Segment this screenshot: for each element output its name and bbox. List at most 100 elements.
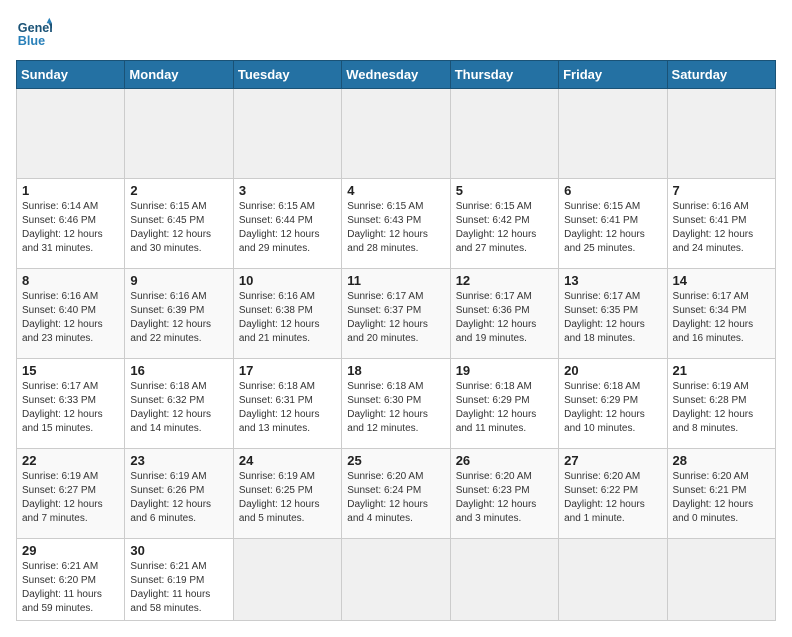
day-info: Sunrise: 6:20 AM Sunset: 6:24 PM Dayligh…: [347, 470, 444, 526]
calendar-cell: 18 Sunrise: 6:18 AM Sunset: 6:30 PM Dayli…: [342, 359, 450, 449]
calendar-cell: 13 Sunrise: 6:17 AM Sunset: 6:35 PM Dayli…: [559, 269, 667, 359]
calendar-cell: 16 Sunrise: 6:18 AM Sunset: 6:32 PM Dayli…: [125, 359, 233, 449]
logo-icon: General Blue: [16, 16, 52, 52]
col-header-thursday: Thursday: [450, 61, 558, 89]
calendar-cell: 19 Sunrise: 6:18 AM Sunset: 6:29 PM Dayli…: [450, 359, 558, 449]
day-number: 25: [347, 453, 444, 468]
day-info: Sunrise: 6:19 AM Sunset: 6:27 PM Dayligh…: [22, 470, 119, 526]
calendar-cell: 14Sunrise: 6:17 AM Sunset: 6:34 PM Dayli…: [667, 269, 775, 359]
calendar-cell: [667, 539, 775, 621]
col-header-wednesday: Wednesday: [342, 61, 450, 89]
calendar-cell: [450, 539, 558, 621]
day-number: 19: [456, 363, 553, 378]
day-number: 6: [564, 183, 661, 198]
day-number: 17: [239, 363, 336, 378]
calendar-cell: [667, 89, 775, 179]
day-info: Sunrise: 6:15 AM Sunset: 6:41 PM Dayligh…: [564, 200, 661, 256]
day-info: Sunrise: 6:15 AM Sunset: 6:43 PM Dayligh…: [347, 200, 444, 256]
day-number: 12: [456, 273, 553, 288]
day-number: 29: [22, 543, 119, 558]
day-number: 24: [239, 453, 336, 468]
calendar-cell: 3 Sunrise: 6:15 AM Sunset: 6:44 PM Daylig…: [233, 179, 341, 269]
calendar-cell: [17, 89, 125, 179]
day-number: 11: [347, 273, 444, 288]
day-info: Sunrise: 6:18 AM Sunset: 6:29 PM Dayligh…: [456, 380, 553, 436]
calendar-cell: 26Sunrise: 6:20 AM Sunset: 6:23 PM Dayli…: [450, 449, 558, 539]
calendar-cell: 6 Sunrise: 6:15 AM Sunset: 6:41 PM Daylig…: [559, 179, 667, 269]
calendar-cell: [559, 89, 667, 179]
day-number: 2: [130, 183, 227, 198]
day-number: 16: [130, 363, 227, 378]
svg-text:Blue: Blue: [18, 34, 45, 48]
header-row: SundayMondayTuesdayWednesdayThursdayFrid…: [17, 61, 776, 89]
day-number: 14: [673, 273, 770, 288]
calendar-cell: [450, 89, 558, 179]
calendar-cell: 8 Sunrise: 6:16 AM Sunset: 6:40 PM Daylig…: [17, 269, 125, 359]
calendar-cell: 7 Sunrise: 6:16 AM Sunset: 6:41 PM Daylig…: [667, 179, 775, 269]
day-info: Sunrise: 6:16 AM Sunset: 6:40 PM Dayligh…: [22, 290, 119, 346]
day-number: 18: [347, 363, 444, 378]
day-info: Sunrise: 6:16 AM Sunset: 6:38 PM Dayligh…: [239, 290, 336, 346]
calendar-cell: 22 Sunrise: 6:19 AM Sunset: 6:27 PM Dayli…: [17, 449, 125, 539]
calendar-cell: 15 Sunrise: 6:17 AM Sunset: 6:33 PM Dayli…: [17, 359, 125, 449]
calendar-cell: [233, 89, 341, 179]
calendar-cell: 4 Sunrise: 6:15 AM Sunset: 6:43 PM Daylig…: [342, 179, 450, 269]
calendar-cell: [125, 89, 233, 179]
logo: General Blue: [16, 16, 52, 52]
calendar-cell: 10 Sunrise: 6:16 AM Sunset: 6:38 PM Dayli…: [233, 269, 341, 359]
day-info: Sunrise: 6:20 AM Sunset: 6:23 PM Dayligh…: [456, 470, 553, 526]
calendar-table: SundayMondayTuesdayWednesdayThursdayFrid…: [16, 60, 776, 621]
day-number: 15: [22, 363, 119, 378]
day-number: 10: [239, 273, 336, 288]
calendar-cell: [233, 539, 341, 621]
day-info: Sunrise: 6:15 AM Sunset: 6:45 PM Dayligh…: [130, 200, 227, 256]
day-info: Sunrise: 6:17 AM Sunset: 6:37 PM Dayligh…: [347, 290, 444, 346]
day-info: Sunrise: 6:16 AM Sunset: 6:39 PM Dayligh…: [130, 290, 227, 346]
day-number: 28: [673, 453, 770, 468]
day-info: Sunrise: 6:19 AM Sunset: 6:26 PM Dayligh…: [130, 470, 227, 526]
day-number: 8: [22, 273, 119, 288]
calendar-cell: 27 Sunrise: 6:20 AM Sunset: 6:22 PM Dayli…: [559, 449, 667, 539]
calendar-cell: 28 Sunrise: 6:20 AM Sunset: 6:21 PM Dayli…: [667, 449, 775, 539]
day-info: Sunrise: 6:18 AM Sunset: 6:30 PM Dayligh…: [347, 380, 444, 436]
day-info: Sunrise: 6:17 AM Sunset: 6:33 PM Dayligh…: [22, 380, 119, 436]
col-header-monday: Monday: [125, 61, 233, 89]
day-number: 30: [130, 543, 227, 558]
day-number: 23: [130, 453, 227, 468]
calendar-cell: 9 Sunrise: 6:16 AM Sunset: 6:39 PM Daylig…: [125, 269, 233, 359]
calendar-cell: 29Sunrise: 6:21 AM Sunset: 6:20 PM Dayli…: [17, 539, 125, 621]
day-number: 7: [673, 183, 770, 198]
day-info: Sunrise: 6:20 AM Sunset: 6:22 PM Dayligh…: [564, 470, 661, 526]
day-number: 3: [239, 183, 336, 198]
calendar-cell: 30 Sunrise: 6:21 AM Sunset: 6:19 PM Dayli…: [125, 539, 233, 621]
col-header-tuesday: Tuesday: [233, 61, 341, 89]
day-number: 22: [22, 453, 119, 468]
day-info: Sunrise: 6:18 AM Sunset: 6:32 PM Dayligh…: [130, 380, 227, 436]
calendar-cell: 21 Sunrise: 6:19 AM Sunset: 6:28 PM Dayli…: [667, 359, 775, 449]
day-number: 27: [564, 453, 661, 468]
calendar-cell: 25 Sunrise: 6:20 AM Sunset: 6:24 PM Dayli…: [342, 449, 450, 539]
day-info: Sunrise: 6:20 AM Sunset: 6:21 PM Dayligh…: [673, 470, 770, 526]
day-info: Sunrise: 6:16 AM Sunset: 6:41 PM Dayligh…: [673, 200, 770, 256]
calendar-cell: 2 Sunrise: 6:15 AM Sunset: 6:45 PM Daylig…: [125, 179, 233, 269]
calendar-cell: [559, 539, 667, 621]
day-number: 21: [673, 363, 770, 378]
day-info: Sunrise: 6:21 AM Sunset: 6:19 PM Dayligh…: [130, 560, 227, 616]
day-info: Sunrise: 6:17 AM Sunset: 6:35 PM Dayligh…: [564, 290, 661, 346]
calendar-cell: 5Sunrise: 6:15 AM Sunset: 6:42 PM Daylig…: [450, 179, 558, 269]
day-info: Sunrise: 6:19 AM Sunset: 6:28 PM Dayligh…: [673, 380, 770, 436]
day-number: 4: [347, 183, 444, 198]
day-info: Sunrise: 6:14 AM Sunset: 6:46 PM Dayligh…: [22, 200, 119, 256]
day-info: Sunrise: 6:19 AM Sunset: 6:25 PM Dayligh…: [239, 470, 336, 526]
calendar-cell: 1 Sunrise: 6:14 AM Sunset: 6:46 PM Daylig…: [17, 179, 125, 269]
day-number: 9: [130, 273, 227, 288]
day-number: 1: [22, 183, 119, 198]
day-number: 13: [564, 273, 661, 288]
calendar-cell: 11 Sunrise: 6:17 AM Sunset: 6:37 PM Dayli…: [342, 269, 450, 359]
calendar-cell: 20 Sunrise: 6:18 AM Sunset: 6:29 PM Dayli…: [559, 359, 667, 449]
day-info: Sunrise: 6:15 AM Sunset: 6:44 PM Dayligh…: [239, 200, 336, 256]
day-number: 20: [564, 363, 661, 378]
calendar-cell: 24 Sunrise: 6:19 AM Sunset: 6:25 PM Dayli…: [233, 449, 341, 539]
calendar-cell: 17Sunrise: 6:18 AM Sunset: 6:31 PM Dayli…: [233, 359, 341, 449]
day-info: Sunrise: 6:18 AM Sunset: 6:29 PM Dayligh…: [564, 380, 661, 436]
